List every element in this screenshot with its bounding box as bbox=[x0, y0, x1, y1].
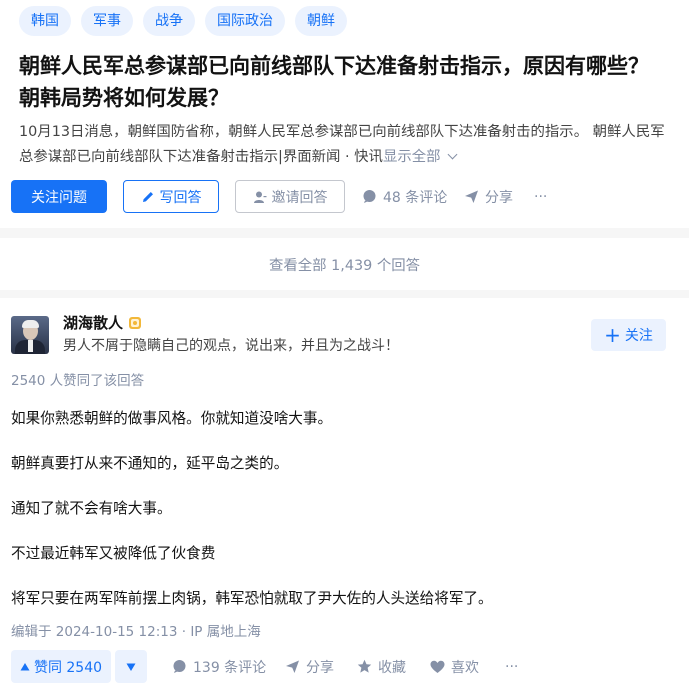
topic-tag[interactable]: 军事 bbox=[81, 6, 133, 36]
like-label: 喜欢 bbox=[451, 659, 479, 676]
plus-icon: + bbox=[604, 323, 621, 347]
more-dots-icon: ··· bbox=[534, 188, 548, 205]
invite-user-icon bbox=[253, 191, 266, 203]
answer-share-button[interactable]: 分享 bbox=[285, 650, 334, 683]
invite-answer-button[interactable]: 邀请回答 bbox=[235, 180, 345, 213]
excerpt-line2: 总参谋部已向前线部队下达准备射击指示|界面新闻 · 快讯 bbox=[19, 148, 383, 165]
question-comments-label: 48 条评论 bbox=[383, 189, 448, 206]
topic-tag[interactable]: 朝鲜 bbox=[295, 6, 347, 36]
share-plane-icon bbox=[286, 660, 299, 673]
share-plane-icon bbox=[465, 190, 478, 203]
author-name[interactable]: 湖海散人 bbox=[63, 312, 123, 333]
verified-badge-icon bbox=[129, 317, 141, 329]
question-title: 朝鲜人民军总参谋部已向前线部队下达准备射击指示，原因有哪些？ 朝韩局势将如何发展… bbox=[19, 50, 681, 114]
pencil-icon bbox=[142, 191, 153, 202]
collect-button[interactable]: 收藏 bbox=[357, 650, 406, 683]
question-share-button[interactable]: 分享 bbox=[464, 180, 513, 213]
avatar-hair bbox=[22, 320, 39, 328]
vote-summary: 2540 人赞同了该回答 bbox=[11, 373, 145, 389]
view-all-answers-label: 查看全部 1,439 个回答 bbox=[268, 257, 421, 274]
answer-card: 湖海散人 男人不屑于隐瞒自己的观点，说出来，并且为之战斗！ + 关注 2540 … bbox=[0, 298, 689, 696]
topic-list: 韩国 军事 战争 国际政治 朝鲜 bbox=[19, 6, 347, 36]
question-card: 韩国 军事 战争 国际政治 朝鲜 朝鲜人民军总参谋部已向前线部队下达准备射击指示… bbox=[0, 0, 689, 228]
answer-more-button[interactable]: ··· bbox=[505, 650, 518, 683]
topic-tag[interactable]: 国际政治 bbox=[205, 6, 285, 36]
edit-meta: 编辑于 2024-10-15 12:13 · IP 属地上海 bbox=[11, 624, 261, 640]
more-dots-icon: ··· bbox=[505, 658, 519, 675]
star-icon bbox=[357, 659, 372, 673]
answer-paragraph: 通知了就不会有啥大事。 bbox=[11, 500, 172, 517]
avatar-shirt bbox=[28, 340, 33, 352]
avatar[interactable] bbox=[11, 316, 49, 354]
comment-bubble-icon bbox=[363, 190, 376, 203]
show-all-link[interactable]: 显示全部 bbox=[382, 148, 457, 165]
question-title-line1: 朝鲜人民军总参谋部已向前线部队下达准备射击指示，原因有哪些？ bbox=[19, 54, 649, 78]
write-answer-label: 写回答 bbox=[159, 189, 202, 206]
invite-answer-label: 邀请回答 bbox=[271, 189, 328, 206]
topic-tag[interactable]: 韩国 bbox=[19, 6, 71, 36]
downvote-button[interactable] bbox=[115, 650, 147, 683]
answer-comments-button[interactable]: 139 条评论 bbox=[172, 650, 266, 683]
like-button[interactable]: 喜欢 bbox=[430, 650, 479, 683]
upvote-button[interactable]: 赞同 2540 bbox=[11, 650, 111, 683]
answer-paragraph: 朝鲜真要打从来不通知的，延平岛之类的。 bbox=[11, 455, 289, 472]
heart-icon bbox=[430, 660, 445, 673]
view-all-answers-button[interactable]: 查看全部 1,439 个回答 bbox=[0, 238, 689, 290]
topic-tag[interactable]: 战争 bbox=[143, 6, 195, 36]
collect-label: 收藏 bbox=[378, 659, 406, 676]
follow-author-button[interactable]: + 关注 bbox=[591, 319, 666, 351]
follow-question-label: 关注问题 bbox=[31, 189, 87, 206]
write-answer-button[interactable]: 写回答 bbox=[123, 180, 219, 213]
follow-question-button[interactable]: 关注问题 bbox=[11, 180, 107, 213]
question-share-label: 分享 bbox=[485, 189, 513, 206]
author-bio: 男人不屑于隐瞒自己的观点，说出来，并且为之战斗！ bbox=[63, 338, 399, 354]
answer-share-label: 分享 bbox=[306, 659, 334, 676]
chevron-down-icon bbox=[447, 149, 457, 159]
question-more-button[interactable]: ··· bbox=[534, 180, 547, 213]
question-excerpt: 10月13日消息，朝鲜国防省称，朝鲜人民军总参谋部已向前线部队下达准备射击的指示… bbox=[19, 120, 687, 169]
answer-body: 如果你熟悉朝鲜的做事风格。你就知道没啥大事。 朝鲜真要打从来不通知的，延平岛之类… bbox=[11, 408, 681, 633]
answer-paragraph: 不过最近韩军又被降低了伙食费 bbox=[11, 545, 216, 562]
excerpt-line1: 10月13日消息，朝鲜国防省称，朝鲜人民军总参谋部已向前线部队下达准备射击的指示… bbox=[19, 124, 665, 140]
show-all-label: 显示全部 bbox=[382, 148, 441, 165]
question-title-line2: 朝韩局势将如何发展？ bbox=[19, 86, 229, 110]
answer-comments-label: 139 条评论 bbox=[193, 659, 267, 676]
triangle-up-icon bbox=[20, 662, 30, 670]
triangle-down-icon bbox=[126, 663, 136, 671]
follow-author-label: 关注 bbox=[624, 328, 653, 344]
question-comments-button[interactable]: 48 条评论 bbox=[362, 180, 447, 213]
answer-paragraph: 如果你熟悉朝鲜的做事风格。你就知道没啥大事。 bbox=[11, 410, 333, 427]
upvote-label: 赞同 2540 bbox=[33, 659, 103, 676]
comment-bubble-icon bbox=[173, 660, 186, 673]
